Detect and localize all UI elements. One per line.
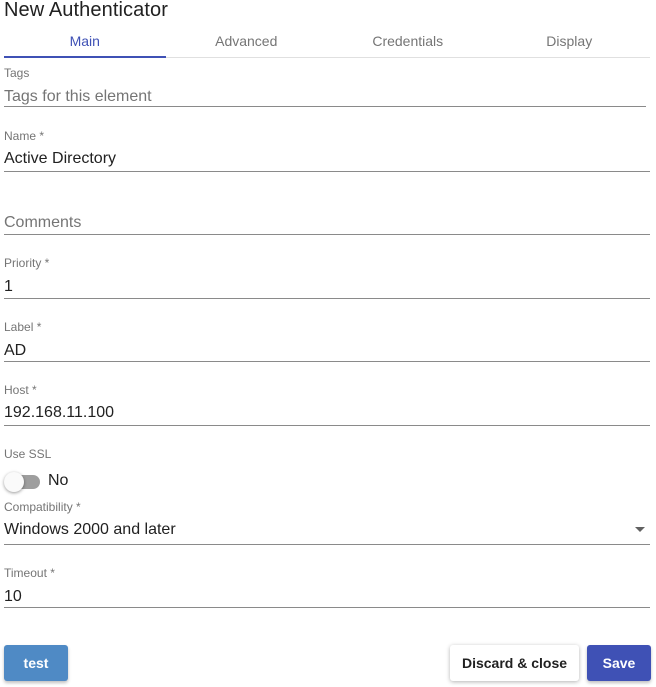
authenticator-dialog: New Authenticator Main Advanced Credenti… xyxy=(0,0,656,687)
use-ssl-field: Use SSL xyxy=(4,447,650,463)
name-input[interactable]: Active Directory xyxy=(4,149,650,169)
priority-input[interactable]: 1 xyxy=(4,277,650,297)
label-input[interactable]: AD xyxy=(4,341,650,361)
use-ssl-label: Use SSL xyxy=(4,447,52,461)
name-underline xyxy=(4,171,650,172)
priority-underline xyxy=(4,298,650,299)
save-button[interactable]: Save xyxy=(587,645,651,681)
tags-input[interactable] xyxy=(4,87,646,107)
comments-field xyxy=(4,213,650,236)
host-label: Host * xyxy=(4,383,37,397)
label-label: Label * xyxy=(4,320,42,334)
name-label: Name * xyxy=(4,129,45,143)
priority-field: Priority * 1 xyxy=(4,256,650,300)
discard-close-button[interactable]: Discard & close xyxy=(450,645,579,681)
comments-underline xyxy=(4,234,650,235)
tags-field: Tags xyxy=(4,66,650,108)
tab-bar: Main Advanced Credentials Display xyxy=(4,29,650,58)
timeout-input[interactable]: 10 xyxy=(4,587,650,607)
use-ssl-toggle-row: No xyxy=(4,470,68,492)
tab-main[interactable]: Main xyxy=(4,29,166,58)
use-ssl-switch[interactable] xyxy=(4,471,40,492)
timeout-label: Timeout * xyxy=(4,566,55,580)
dialog-title: New Authenticator xyxy=(4,0,169,21)
label-underline xyxy=(4,361,650,362)
tab-advanced[interactable]: Advanced xyxy=(166,29,328,57)
compatibility-field: Compatibility * Windows 2000 and later xyxy=(4,500,650,546)
compatibility-select[interactable]: Windows 2000 and later xyxy=(4,520,626,540)
timeout-field: Timeout * 10 xyxy=(4,566,650,610)
priority-label: Priority * xyxy=(4,256,50,270)
label-field: Label * AD xyxy=(4,320,650,364)
tags-underline xyxy=(4,106,646,107)
name-field: Name * Active Directory xyxy=(4,129,650,173)
compatibility-label: Compatibility * xyxy=(4,500,81,514)
use-ssl-state: No xyxy=(48,472,69,489)
host-input[interactable]: 192.168.11.100 xyxy=(4,403,650,423)
compatibility-underline xyxy=(4,544,650,545)
host-field: Host * 192.168.11.100 xyxy=(4,383,650,427)
chevron-down-icon[interactable] xyxy=(635,527,645,532)
tab-display[interactable]: Display xyxy=(489,29,651,57)
host-underline xyxy=(4,425,650,426)
comments-input[interactable] xyxy=(4,213,646,233)
test-button[interactable]: test xyxy=(4,645,68,681)
use-ssl-switch-thumb[interactable] xyxy=(4,472,24,492)
timeout-underline xyxy=(4,607,650,608)
tags-label: Tags xyxy=(4,66,30,80)
tab-credentials[interactable]: Credentials xyxy=(327,29,489,57)
